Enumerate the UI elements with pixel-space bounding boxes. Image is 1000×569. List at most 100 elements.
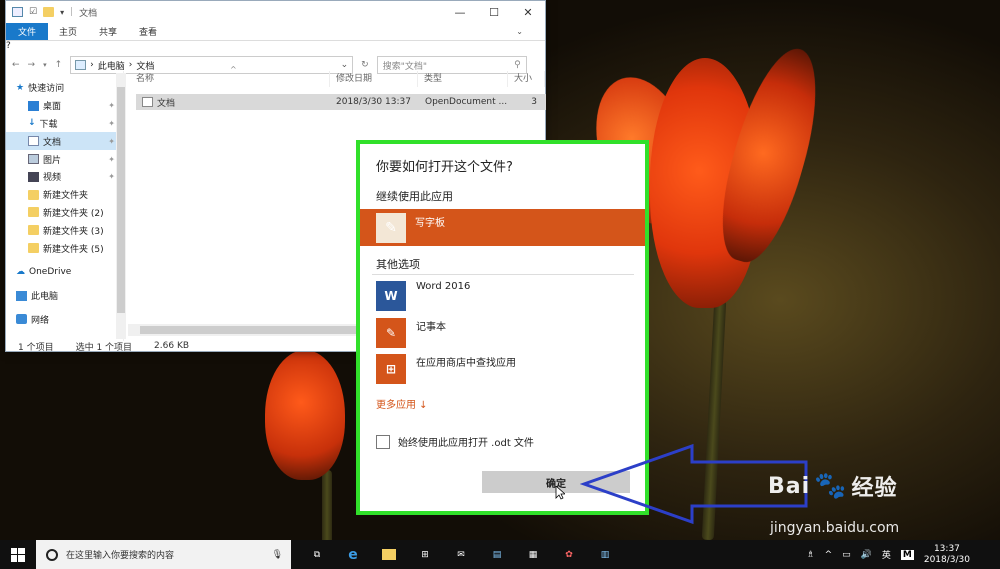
app-option-word[interactable]: W Word 2016 bbox=[376, 281, 470, 313]
tab-share[interactable]: 共享 bbox=[88, 23, 128, 40]
app-label: Word 2016 bbox=[416, 281, 471, 292]
nav-label: 图片 bbox=[43, 155, 62, 166]
always-use-label: 始终使用此应用打开 .odt 文件 bbox=[398, 438, 534, 449]
breadcrumb-documents[interactable]: 文档 bbox=[136, 59, 154, 72]
nav-scrollbar[interactable] bbox=[116, 73, 126, 339]
file-explorer-icon[interactable] bbox=[371, 540, 407, 569]
navigation-pane: ★ 快速访问 桌面 ✦ ↓ 下载 ✦ 文档 ✦ 图片 ✦ 视频 ✦ 新建文件夹 新建文件夹 (… bbox=[6, 71, 124, 341]
breadcrumb-sep-icon: › bbox=[90, 60, 94, 70]
forward-icon[interactable]: → bbox=[28, 60, 36, 70]
notepad-taskbar-icon[interactable]: ▥ bbox=[587, 540, 623, 569]
file-name: 文档 bbox=[157, 98, 176, 109]
task-view-icon[interactable]: ⧉ bbox=[299, 540, 335, 569]
star-icon: ★ bbox=[16, 82, 25, 93]
people-icon[interactable]: ♗ bbox=[807, 550, 815, 560]
nav-item-downloads[interactable]: ↓ 下载 ✦ bbox=[6, 115, 123, 133]
network-icon bbox=[16, 314, 27, 325]
more-apps-link[interactable]: 更多应用 ↓ bbox=[376, 396, 428, 411]
wordpad-taskbar-icon[interactable]: ▦ bbox=[515, 540, 551, 569]
column-type[interactable]: 类型 bbox=[418, 71, 508, 87]
current-app-option[interactable]: ✎ 写字板 bbox=[360, 209, 645, 246]
continue-heading: 继续使用此应用 bbox=[376, 190, 453, 203]
nav-item-folder-3[interactable]: 新建文件夹 (3) bbox=[6, 221, 123, 239]
refresh-icon[interactable]: ↻ bbox=[361, 60, 369, 70]
taskbar-search-placeholder: 在这里输入你要搜索的内容 bbox=[66, 551, 175, 561]
back-icon[interactable]: ← bbox=[12, 60, 20, 70]
nav-item-network[interactable]: 网络 bbox=[6, 311, 123, 329]
nav-item-folder-5[interactable]: 新建文件夹 (5) bbox=[6, 239, 123, 257]
paw-icon: 🐾 bbox=[814, 471, 848, 501]
tab-home[interactable]: 主页 bbox=[48, 23, 88, 40]
column-size[interactable]: 大小 bbox=[508, 71, 545, 87]
paint-icon[interactable]: ✿ bbox=[551, 540, 587, 569]
tab-file[interactable]: 文件 bbox=[6, 23, 48, 40]
divider bbox=[372, 274, 634, 275]
tab-view[interactable]: 查看 bbox=[128, 23, 168, 40]
file-size: 3 bbox=[531, 97, 537, 107]
always-use-checkbox[interactable]: 始终使用此应用打开 .odt 文件 bbox=[376, 434, 534, 449]
start-button[interactable] bbox=[0, 540, 36, 569]
search-icon: ⚲ bbox=[514, 60, 521, 70]
store-icon[interactable]: ⊞ bbox=[407, 540, 443, 569]
nav-label: 新建文件夹 (2) bbox=[43, 208, 104, 219]
ribbon-tabs: 文件 主页 共享 查看 bbox=[6, 23, 545, 41]
table-row[interactable]: 文档 2018/3/30 13:37 OpenDocument ... 3 bbox=[136, 94, 546, 110]
edge-icon[interactable]: e bbox=[335, 540, 371, 569]
column-modified[interactable]: 修改日期 bbox=[330, 71, 418, 87]
volume-icon[interactable]: 🔊 bbox=[861, 550, 872, 560]
taskbar-search-input[interactable]: 在这里输入你要搜索的内容 🎙 bbox=[36, 540, 291, 569]
ribbon-collapse-icon[interactable]: ⌄ bbox=[516, 27, 523, 36]
pictures-icon bbox=[28, 154, 39, 165]
qat-dropdown-icon[interactable]: ▾ bbox=[60, 8, 64, 17]
checkbox-box[interactable] bbox=[376, 434, 390, 449]
close-button[interactable]: ✕ bbox=[511, 1, 545, 23]
app-option-store[interactable]: ⊞ 在应用商店中查找应用 bbox=[376, 354, 516, 386]
watermark-brand: Bai bbox=[768, 473, 811, 499]
pin-icon: ✦ bbox=[108, 101, 115, 111]
mail-icon[interactable]: ✉ bbox=[443, 540, 479, 569]
help-icon[interactable]: ? bbox=[6, 41, 545, 51]
nav-label: 视频 bbox=[43, 173, 62, 184]
ime-indicator[interactable]: 英 bbox=[882, 548, 891, 561]
file-modified: 2018/3/30 13:37 bbox=[336, 97, 411, 107]
onedrive-icon: ☁ bbox=[16, 266, 25, 277]
nav-item-documents[interactable]: 文档 ✦ bbox=[6, 132, 123, 151]
notepad-icon: ✎ bbox=[376, 318, 406, 348]
new-folder-icon[interactable] bbox=[43, 7, 55, 17]
microphone-icon[interactable]: 🎙 bbox=[272, 550, 283, 560]
remote-desktop-icon[interactable]: ▤ bbox=[479, 540, 515, 569]
cortana-icon bbox=[46, 548, 58, 561]
nav-item-pictures[interactable]: 图片 ✦ bbox=[6, 150, 123, 168]
file-type: OpenDocument ... bbox=[425, 97, 508, 107]
nav-label: 网络 bbox=[31, 315, 50, 326]
minimize-button[interactable]: — bbox=[443, 1, 477, 23]
nav-item-desktop[interactable]: 桌面 ✦ bbox=[6, 97, 123, 115]
recent-dropdown-icon[interactable]: ▾ bbox=[43, 61, 47, 69]
pc-icon bbox=[75, 60, 87, 70]
breadcrumb-pc[interactable]: 此电脑 bbox=[98, 59, 125, 72]
nav-label: 此电脑 bbox=[31, 292, 59, 303]
nav-item-onedrive[interactable]: ☁ OneDrive bbox=[6, 263, 123, 281]
video-icon bbox=[28, 171, 39, 182]
document-icon bbox=[28, 136, 39, 147]
status-size: 2.66 KB bbox=[154, 341, 190, 351]
app-option-notepad[interactable]: ✎ 记事本 bbox=[376, 318, 446, 350]
nav-item-quick-access[interactable]: ★ 快速访问 bbox=[6, 79, 123, 97]
pc-icon bbox=[16, 290, 27, 301]
breadcrumb-sep-icon: › bbox=[128, 60, 133, 70]
watermark-url: jingyan.baidu.com bbox=[770, 520, 900, 536]
maximize-button[interactable]: ☐ bbox=[477, 1, 511, 23]
ime-mode-indicator[interactable]: M bbox=[900, 549, 914, 560]
odt-file-icon bbox=[142, 97, 153, 107]
properties-icon[interactable]: ☑ bbox=[29, 7, 37, 17]
nav-item-folder-2[interactable]: 新建文件夹 (2) bbox=[6, 204, 123, 222]
address-dropdown-icon[interactable]: ⌄ bbox=[341, 60, 349, 70]
nav-item-videos[interactable]: 视频 ✦ bbox=[6, 168, 123, 186]
tray-overflow-icon[interactable]: ^ bbox=[825, 550, 833, 560]
dialog-title: 你要如何打开这个文件? bbox=[376, 160, 513, 175]
network-tray-icon[interactable]: ▭ bbox=[842, 550, 851, 560]
clock[interactable]: 13:37 2018/3/30 bbox=[924, 544, 970, 566]
nav-item-folder[interactable]: 新建文件夹 bbox=[6, 186, 123, 204]
nav-item-this-pc[interactable]: 此电脑 bbox=[6, 287, 123, 305]
up-icon[interactable]: ↑ bbox=[55, 60, 63, 70]
